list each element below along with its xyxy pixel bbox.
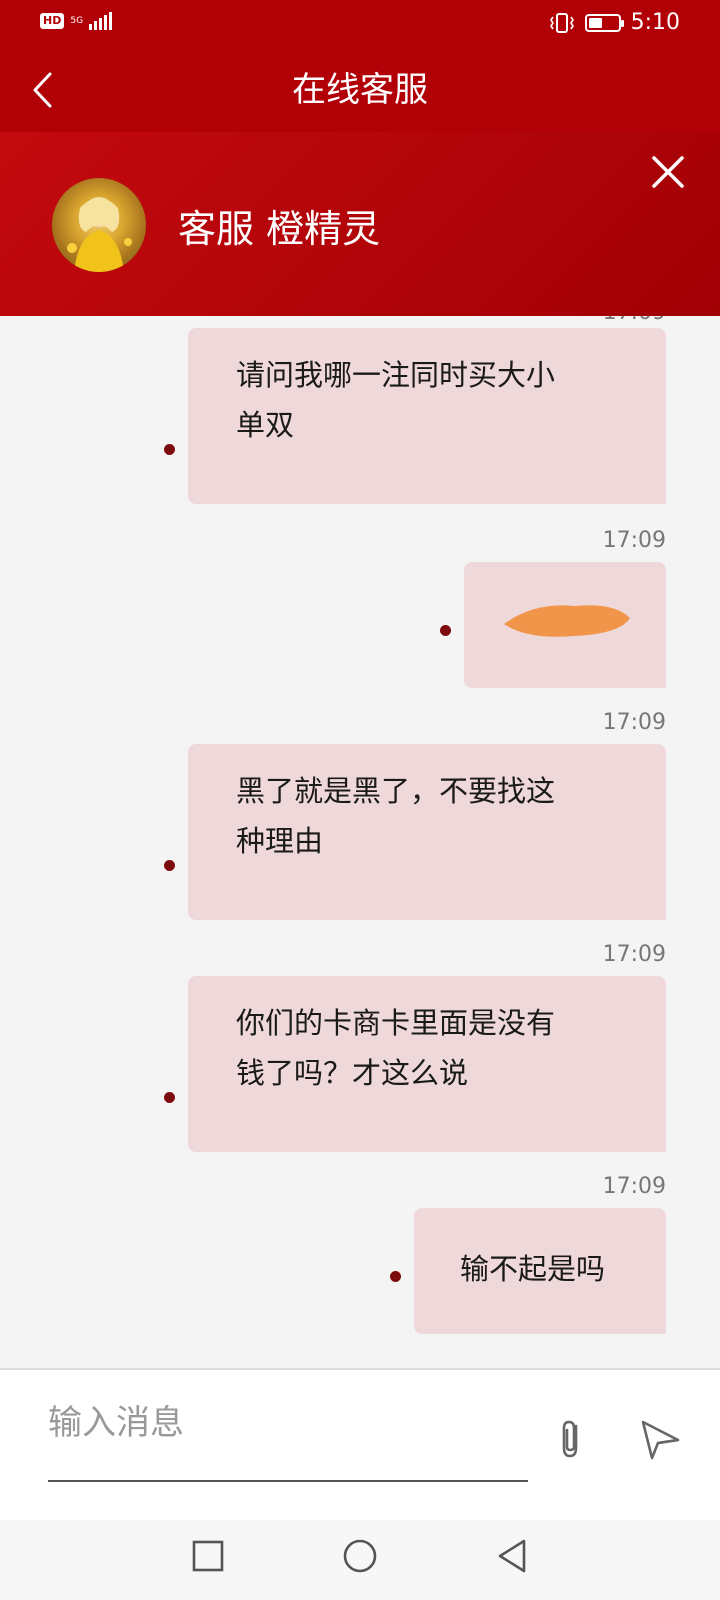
close-icon [652, 156, 684, 188]
back-icon [498, 1539, 526, 1573]
message-bubble[interactable]: 黑了就是黑了，不要找这 种理由 [188, 744, 666, 920]
message-text: 请问我哪一注同时买大小 [236, 358, 556, 392]
recent-apps-icon [192, 1540, 224, 1572]
system-nav-bar [0, 1520, 720, 1600]
back-button[interactable] [22, 66, 62, 114]
send-icon [641, 1420, 680, 1460]
message-text: 单双 [236, 408, 295, 442]
message-bubble[interactable]: 你们的卡商卡里面是没有 钱了吗？才这么说 [188, 976, 666, 1152]
nav-back-button[interactable] [492, 1536, 532, 1576]
status-left: HD 5G [40, 12, 113, 30]
page-title: 在线客服 [292, 70, 428, 110]
home-button[interactable] [340, 1536, 380, 1576]
agent-header: 客服 橙精灵 [0, 132, 720, 316]
attach-button[interactable] [552, 1416, 590, 1462]
message-text: 钱了吗？才这么说 [236, 1056, 469, 1090]
hd-badge: HD [40, 13, 65, 29]
vibrate-icon [549, 12, 574, 33]
battery-level [588, 17, 602, 28]
title-bar: 在线客服 [0, 48, 720, 132]
clock: 5:10 [630, 10, 680, 35]
redaction-mark [504, 605, 630, 637]
sent-indicator-dot [440, 625, 451, 636]
input-underline [48, 1480, 528, 1482]
message-timestamp: 17:09 [602, 710, 666, 735]
chevron-left-icon [33, 72, 52, 108]
recent-apps-button[interactable] [188, 1536, 228, 1576]
message-text: 你们的卡商卡里面是没有 [236, 1006, 556, 1040]
message-text: 黑了就是黑了，不要找这 [236, 774, 556, 808]
agent-name: 客服 橙精灵 [178, 207, 381, 251]
message-text: 输不起是吗 [460, 1252, 606, 1286]
message-bubble[interactable]: 请问我哪一注同时买大小 单双 [188, 328, 666, 504]
message-timestamp: 17:09 [603, 316, 666, 325]
chat-messages[interactable]: 17:09 请问我哪一注同时买大小 单双 17:09 17:09 黑了就是黑了，… [0, 316, 720, 1368]
sent-indicator-dot [164, 1092, 175, 1103]
avatar[interactable] [52, 178, 146, 272]
home-icon [343, 1539, 377, 1573]
network-label: 5G [70, 15, 84, 26]
send-button[interactable] [638, 1416, 682, 1462]
message-bubble[interactable] [464, 562, 666, 688]
sent-indicator-dot [164, 860, 175, 871]
message-timestamp: 17:09 [602, 528, 666, 553]
message-timestamp: 17:09 [602, 1174, 666, 1199]
message-bubble[interactable]: 输不起是吗 [414, 1208, 666, 1334]
paperclip-icon [562, 1420, 578, 1458]
avatar-image [67, 197, 132, 272]
close-button[interactable] [646, 150, 690, 194]
signal-icon [89, 12, 113, 30]
message-input[interactable] [48, 1398, 528, 1448]
sent-indicator-dot [164, 444, 175, 455]
message-composer [0, 1368, 720, 1520]
message-timestamp: 17:09 [602, 942, 666, 967]
message-text: 种理由 [236, 824, 324, 858]
status-bar: HD 5G 5:10 [0, 0, 720, 48]
sent-indicator-dot [390, 1271, 401, 1282]
status-right: 5:10 [549, 10, 680, 35]
battery-icon [584, 13, 624, 32]
